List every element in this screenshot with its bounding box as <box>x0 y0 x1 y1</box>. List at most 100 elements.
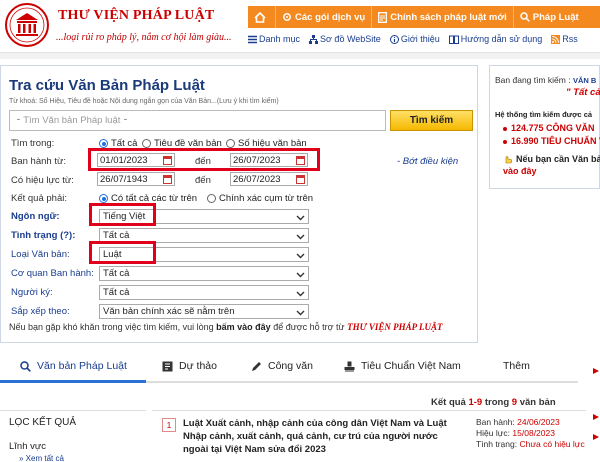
result-meta: Ban hành: 24/06/2023 Hiệu lực: 15/08/202… <box>476 417 585 450</box>
info-icon <box>389 34 399 44</box>
logo-icon[interactable] <box>4 2 50 48</box>
home-icon <box>254 11 266 23</box>
doc-type-label: Loại Văn bản: <box>11 249 70 260</box>
chevron-down-icon <box>296 291 305 297</box>
search-input[interactable]: ⁃ Tìm Văn bản Pháp luật ⁃ <box>9 110 386 131</box>
filter-title: LỌC KẾT QUẢ <box>9 417 77 428</box>
effective-from-field[interactable]: 26/07/1943 <box>97 172 175 186</box>
help-brand: THƯ VIỆN PHÁP LUẬT <box>347 322 443 332</box>
page: THƯ VIỆN PHÁP LUẬT ...loại rủi ro pháp l… <box>0 0 600 462</box>
book-icon <box>448 35 459 44</box>
sitemap-icon <box>309 34 319 44</box>
filter-field-label: Lĩnh vực <box>9 441 46 452</box>
subnav-guide[interactable]: Hướng dẫn sử dụng <box>448 34 543 44</box>
brand-title[interactable]: THƯ VIỆN PHÁP LUẬT <box>58 8 214 24</box>
subnav-about[interactable]: Giới thiệu <box>389 34 440 44</box>
sort-label: Sắp xếp theo: <box>11 306 70 317</box>
bullet-icon <box>503 139 507 144</box>
result-radio-exact[interactable]: Chính xác cụm từ trên <box>207 193 313 204</box>
chevron-down-icon <box>296 215 305 221</box>
hand-pointer-icon <box>505 156 513 164</box>
status-label: Tình trạng (?): <box>11 230 76 241</box>
nav-label: Chính sách pháp luật mới <box>390 11 507 23</box>
need-document-link[interactable]: vào đây <box>503 166 537 176</box>
chevron-down-icon <box>296 272 305 278</box>
effective-label: Có hiệu lực từ: <box>11 175 74 186</box>
effective-to-field[interactable]: 26/07/2023 <box>230 172 308 186</box>
sort-select[interactable]: Văn bản chính xác sẽ nằm trên <box>99 304 309 319</box>
list-icon <box>248 35 257 43</box>
highlight-box-language <box>89 203 156 226</box>
nav-home[interactable] <box>248 6 275 28</box>
signer-label: Người ký: <box>11 287 53 298</box>
radio-icon <box>207 194 216 203</box>
filter-view-all-link[interactable]: » Xem tất cả <box>19 454 64 462</box>
rss-icon <box>551 34 561 44</box>
calendar-icon[interactable] <box>163 156 172 165</box>
subnav-label: Sơ đồ WebSite <box>320 34 381 44</box>
result-issued: Ban hành: 24/06/2023 <box>476 417 560 427</box>
nav-law[interactable]: Pháp Luật <box>512 6 585 28</box>
nav-new-policies[interactable]: Chính sách pháp luật mới <box>371 6 513 28</box>
issued-to-field[interactable]: 26/07/2023 <box>230 153 308 167</box>
chevron-down-icon <box>296 253 305 259</box>
tab-legal-docs[interactable]: Văn bản Pháp Luật <box>20 360 127 372</box>
issued-label: Ban hành từ: <box>11 156 66 167</box>
calendar-icon[interactable] <box>296 156 305 165</box>
tab-vietnam-standards[interactable]: Tiêu Chuẩn Việt Nam <box>344 360 461 372</box>
tab-more[interactable]: Thêm <box>503 360 530 372</box>
subnav-catalog[interactable]: Danh mục <box>248 34 300 44</box>
stat-official-letters[interactable]: 124.775 CÔNG VĂN <box>503 123 595 133</box>
result-title-link[interactable]: Luật Xuất cảnh, nhập cảnh của công dân V… <box>183 417 459 456</box>
search-placeholder: ⁃ Tìm Văn bản Pháp luật ⁃ <box>16 115 128 126</box>
results-summary: Kết quả 1-9 trong 9 văn bản <box>431 397 556 408</box>
signer-select[interactable]: Tất cả <box>99 285 309 300</box>
gear-icon <box>283 13 291 21</box>
filter-divider <box>0 410 146 411</box>
nav-label: Pháp Luật <box>532 11 579 23</box>
chevron-down-icon <box>296 310 305 316</box>
radio-icon <box>226 139 235 148</box>
sub-navigation: Danh mục Sơ đồ WebSite Giới thiệu Hướng … <box>248 30 600 48</box>
subnav-label: Danh mục <box>259 34 301 44</box>
search-button[interactable]: Tìm kiếm <box>390 110 473 131</box>
tab-official-letters[interactable]: Công văn <box>251 360 313 372</box>
chevron-down-icon <box>296 234 305 240</box>
stat-standards[interactable]: 16.990 TIÊU CHUẨN V <box>503 136 600 146</box>
search-hint: Từ khoá: Số Hiệu, Tiêu đề hoặc Nội dung … <box>9 98 279 105</box>
radio-selected-icon <box>99 194 108 203</box>
subnav-label: Hướng dẫn sử dụng <box>460 34 543 44</box>
top-navigation: Các gói dịch vụ Chính sách pháp luật mới… <box>248 6 600 28</box>
radio-selected-icon <box>99 139 108 148</box>
nav-label: Các gói dịch vụ <box>295 11 366 23</box>
help-link[interactable]: bấm vào đây <box>216 322 271 332</box>
searching-query: " Tất cả <box>566 87 600 98</box>
subnav-rss[interactable]: Rss <box>551 34 578 44</box>
stamp-icon <box>344 361 355 371</box>
result-effective: Hiệu lực: 15/08/2023 <box>476 428 555 438</box>
result-status: Tình trạng: Chưa có hiệu lực <box>476 439 585 449</box>
radio-icon <box>142 139 151 148</box>
agency-select[interactable]: Tất cả <box>99 266 309 281</box>
subnav-sitemap[interactable]: Sơ đồ WebSite <box>309 34 381 44</box>
pen-icon <box>252 361 261 371</box>
search-panel <box>0 65 478 343</box>
nav-service-packages[interactable]: Các gói dịch vụ <box>275 6 371 28</box>
to-label: đến <box>195 175 211 186</box>
calendar-icon[interactable] <box>163 175 172 184</box>
scope-label: Tìm trong: <box>11 138 55 149</box>
result-number: 1 <box>162 418 176 432</box>
document-icon <box>378 11 388 23</box>
bullet-icon <box>503 126 507 131</box>
to-label: đến <box>195 156 211 167</box>
tab-drafts[interactable]: Dự thảo <box>162 360 217 372</box>
agency-label: Cơ quan Ban hành: <box>11 268 94 279</box>
issued-from-field[interactable]: 01/01/2023 <box>97 153 175 167</box>
calendar-icon[interactable] <box>296 175 305 184</box>
searching-label: Ban đang tìm kiếm : VĂN B <box>495 75 597 85</box>
help-note: Nếu bạn gặp khó khăn trong việc tìm kiếm… <box>9 322 443 332</box>
search-title: Tra cứu Văn Bản Pháp Luật <box>9 77 205 94</box>
highlight-box-doc-type <box>89 241 156 264</box>
system-label: Hệ thống tìm kiếm được cả <box>495 110 593 119</box>
remove-filter-link[interactable]: - Bớt điều kiện <box>397 156 458 167</box>
